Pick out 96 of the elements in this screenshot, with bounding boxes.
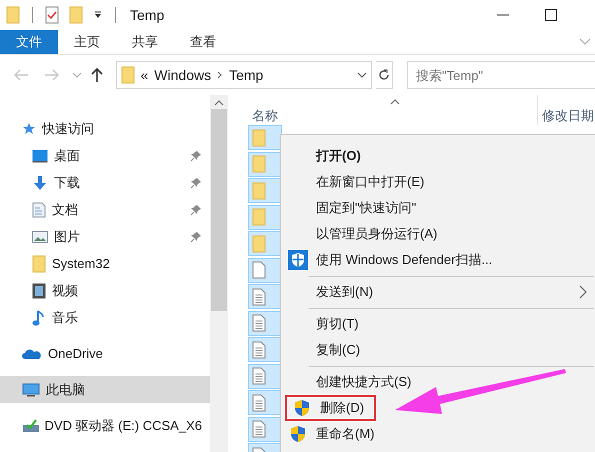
sidebar-item-label: OneDrive xyxy=(48,346,103,361)
refresh-button[interactable] xyxy=(376,61,394,89)
shield-icon xyxy=(288,250,308,270)
pin-icon xyxy=(190,176,202,188)
sidebar-item-label: 下载 xyxy=(54,174,80,192)
disc-drive-icon xyxy=(22,418,39,432)
refresh-icon xyxy=(378,69,390,81)
scroll-up-icon[interactable] xyxy=(214,99,224,107)
menu-item[interactable]: 复制(C) xyxy=(281,337,587,363)
file-row[interactable] xyxy=(248,337,282,362)
text-file-icon xyxy=(252,314,266,332)
sidebar-item-label: 音乐 xyxy=(52,308,78,326)
star-icon xyxy=(22,122,36,136)
search-field[interactable]: 搜索"Temp" xyxy=(407,61,595,89)
menu-item[interactable]: 剪切(T) xyxy=(281,311,587,337)
shield-icon xyxy=(294,399,310,417)
ribbon-tab[interactable]: 共享 xyxy=(116,30,174,54)
address-bar[interactable]: « Windows Temp xyxy=(116,61,372,89)
file-row[interactable] xyxy=(248,284,282,309)
chevron-right-icon xyxy=(579,285,587,299)
menu-item[interactable]: 固定到"快速访问" xyxy=(281,195,587,221)
sidebar-item[interactable]: System32 xyxy=(0,250,210,277)
document-icon xyxy=(32,202,46,218)
ribbon-tab[interactable]: 查看 xyxy=(174,30,232,54)
sidebar-item[interactable]: 图片 xyxy=(0,223,210,250)
column-header[interactable]: 名称 xyxy=(252,107,537,125)
file-row[interactable] xyxy=(248,390,282,415)
sidebar-item[interactable]: DVD 驱动器 (E:) CCSA_X6 xyxy=(0,412,210,439)
folder-icon xyxy=(252,182,266,200)
sidebar-item[interactable]: 此电脑 xyxy=(0,376,210,403)
film-icon xyxy=(32,282,46,298)
menu-item[interactable]: 使用 Windows Defender扫描... xyxy=(281,247,587,273)
folder-icon xyxy=(120,66,134,84)
folder-icon[interactable] xyxy=(67,4,85,26)
sidebar-item-label: DVD 驱动器 (E:) CCSA_X6 xyxy=(44,416,202,434)
text-file-icon xyxy=(252,367,266,385)
music-note-icon xyxy=(32,308,46,326)
sidebar-item-label: 快速访问 xyxy=(42,120,94,138)
ribbon-tab[interactable]: 主页 xyxy=(58,30,116,54)
download-arrow-icon xyxy=(32,174,48,190)
file-row[interactable] xyxy=(248,416,282,442)
sidebar-item[interactable]: 快速访问 xyxy=(0,115,210,142)
ribbon-tab[interactable]: 文件 xyxy=(0,30,58,54)
menu-item[interactable]: 在新窗口中打开(E) xyxy=(281,169,587,195)
breadcrumb-overflow[interactable]: « xyxy=(140,67,148,83)
shield-icon xyxy=(290,425,306,443)
checklist-icon[interactable] xyxy=(43,4,61,26)
chevron-right-icon xyxy=(217,71,224,79)
folder-icon xyxy=(252,128,266,146)
menu-item[interactable]: 删除(D) xyxy=(285,395,376,421)
pin-icon xyxy=(190,150,202,162)
pin-icon xyxy=(190,230,202,242)
folder-icon xyxy=(252,234,266,252)
column-header[interactable]: 修改日期 xyxy=(542,107,595,125)
pin-icon xyxy=(190,204,202,216)
breadcrumb-segment[interactable]: Temp xyxy=(229,67,264,83)
sidebar-item-label: 视频 xyxy=(52,282,78,300)
folder-icon xyxy=(252,155,266,173)
text-file-icon xyxy=(252,420,266,438)
computer-icon xyxy=(22,382,40,396)
menu-item[interactable]: 发送到(N) xyxy=(281,279,587,305)
sidebar-item[interactable]: 桌面 xyxy=(0,142,210,169)
sort-caret-icon xyxy=(390,98,400,105)
sidebar-item[interactable]: 下载 xyxy=(0,169,210,196)
text-file-icon xyxy=(252,340,266,358)
file-row[interactable] xyxy=(248,258,282,282)
window-title: Temp xyxy=(130,7,164,23)
menu-item[interactable]: 以管理员身份运行(A) xyxy=(281,221,587,247)
maximize-button[interactable] xyxy=(543,7,559,23)
menu-item[interactable]: 创建快捷方式(S) xyxy=(281,369,587,395)
menu-item[interactable]: 重命名(M) xyxy=(281,421,587,447)
maximize-icon xyxy=(545,9,557,21)
sidebar-item[interactable]: OneDrive xyxy=(0,340,210,367)
sidebar-item-label: System32 xyxy=(52,256,110,271)
breadcrumb-segment[interactable]: Windows xyxy=(154,67,212,83)
sidebar-item[interactable]: 视频 xyxy=(0,277,210,304)
folder-icon[interactable] xyxy=(4,4,22,26)
menu-item[interactable]: 打开(O) xyxy=(281,143,587,169)
text-file-icon xyxy=(252,288,266,306)
sidebar-item-label: 此电脑 xyxy=(46,380,85,398)
file-row[interactable] xyxy=(248,310,282,336)
chevron-down-icon xyxy=(356,71,367,79)
folder-icon xyxy=(252,208,266,226)
scrollbar-thumb[interactable] xyxy=(211,109,227,311)
sidebar-item[interactable]: 文档 xyxy=(0,196,210,223)
desktop-icon xyxy=(32,148,48,162)
folder-icon xyxy=(32,254,46,272)
sidebar-item[interactable]: 音乐 xyxy=(0,304,210,331)
picture-icon xyxy=(32,230,48,244)
text-file-icon xyxy=(252,394,266,412)
blank-file-icon xyxy=(252,261,266,279)
cloud-icon xyxy=(22,348,42,360)
file-row[interactable] xyxy=(248,364,282,388)
sidebar-item-label: 文档 xyxy=(52,200,78,218)
sidebar-item-label: 桌面 xyxy=(54,146,80,164)
sidebar-item-label: 图片 xyxy=(54,228,80,246)
